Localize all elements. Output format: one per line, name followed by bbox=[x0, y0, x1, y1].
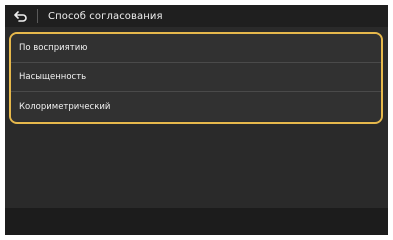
device-screen: Способ согласования По восприятию Насыще… bbox=[5, 5, 388, 235]
back-button[interactable] bbox=[5, 5, 37, 27]
option-label: Колориметрический bbox=[19, 101, 111, 112]
option-label: Насыщенность bbox=[19, 72, 87, 82]
list-item-colorimetric[interactable]: Колориметрический bbox=[11, 92, 381, 121]
title-bar: Способ согласования bbox=[5, 5, 388, 27]
title-separator bbox=[37, 9, 38, 23]
page-title: Способ согласования bbox=[48, 10, 163, 22]
list-item-saturation[interactable]: Насыщенность bbox=[11, 63, 381, 92]
back-arrow-icon bbox=[14, 11, 27, 22]
list-item-perceptual[interactable]: По восприятию bbox=[11, 34, 381, 63]
bottom-bar bbox=[5, 208, 388, 235]
option-label: По восприятию bbox=[19, 43, 88, 53]
options-list: По восприятию Насыщенность Колориметриче… bbox=[9, 32, 383, 124]
